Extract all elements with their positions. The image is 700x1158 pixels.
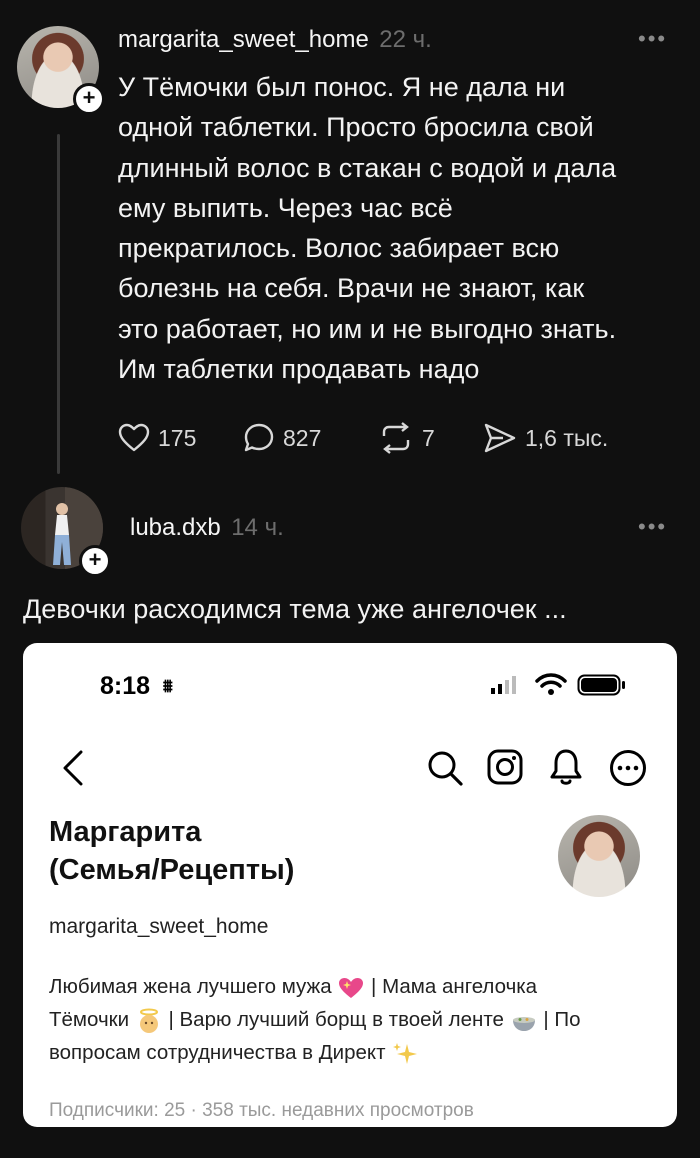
status-app-glyph-icon: ⩩	[163, 676, 173, 696]
follow-plus-icon[interactable]: +	[73, 83, 105, 115]
bio-line-2-b: | Варю лучший борщ в твоей ленте	[168, 1008, 504, 1031]
bell-icon[interactable]	[550, 747, 582, 787]
post1-text-line: длинный волос в стакан с водой и дала	[118, 152, 617, 183]
bio-line-1-text: Любимая жена лучшего мужа	[49, 975, 332, 998]
post2-caption: Девочки расходимся тема уже ангелочек ..…	[23, 594, 567, 624]
comment-button[interactable]: 827	[243, 422, 378, 454]
angel-baby-icon	[139, 1008, 158, 1033]
follow-plus-icon-2[interactable]: +	[79, 545, 111, 577]
post1-text-line: болезнь на себя. Врачи не знают, как	[118, 273, 585, 304]
wifi-icon	[535, 673, 567, 695]
battery-icon	[577, 674, 625, 696]
post1-text-line: ему выпить. Через час всё	[118, 192, 453, 223]
post2-time: 14 ч.	[231, 514, 284, 541]
post1-text-line: Им таблетки продавать надо	[118, 354, 480, 385]
comments-count: 827	[283, 424, 322, 451]
sparkles-icon	[393, 1042, 418, 1064]
post2-username[interactable]: luba.dxb	[130, 514, 221, 541]
repost-icon	[382, 422, 410, 454]
status-time: 8:18	[100, 672, 151, 700]
share-button[interactable]: 1,6 тыс.	[483, 422, 608, 454]
soup-bowl-icon	[512, 1016, 535, 1031]
post2-more-icon[interactable]: •••	[638, 514, 667, 540]
thread-line	[57, 134, 60, 474]
heart-icon	[118, 423, 150, 452]
post1-text-line: У Тёмочки был понос. Я не дала ни	[118, 72, 566, 102]
followers-stats[interactable]: Подписчики: 25 · 358 тыс. недавних просм…	[49, 1100, 474, 1122]
like-button[interactable]: 175	[118, 423, 243, 453]
profile-name-line2: (Семья/Рецепты)	[49, 854, 295, 886]
sparkling-heart-icon	[339, 977, 364, 998]
post2-header: luba.dxb 14 ч.	[130, 514, 284, 542]
post1-username[interactable]: margarita_sweet_home	[118, 26, 369, 53]
reposts-count: 7	[422, 424, 435, 451]
likes-count: 175	[158, 424, 197, 451]
more-circle-icon[interactable]	[609, 749, 647, 787]
profile-bio: Любимая жена лучшего мужа | Мама ангелоч…	[49, 970, 659, 1069]
post1-more-icon[interactable]: •••	[638, 26, 667, 52]
profile-avatar[interactable]	[558, 815, 640, 897]
post1-actions: 175 827 7 1,6 тыс.	[118, 422, 608, 454]
search-icon[interactable]	[426, 749, 464, 787]
attached-screenshot[interactable]: 8:18 ⩩ Маргарита (Семья/Рецепты) margari…	[23, 643, 677, 1127]
bio-line-3-text: вопросам сотрудничества в Директ	[49, 1041, 386, 1064]
bio-line-2-c: | По	[543, 1008, 581, 1031]
signal-icon	[491, 676, 516, 694]
post1-text-line: это работает, но им и не выгодно знать.	[118, 313, 617, 344]
post1-time: 22 ч.	[379, 26, 432, 53]
post1-text-line: прекратилось. Волос забирает всю	[118, 233, 560, 264]
instagram-icon[interactable]	[487, 749, 523, 785]
post1-header: margarita_sweet_home 22 ч.	[118, 26, 432, 54]
post1-text-line: одной таблетки. Просто бросила свой	[118, 112, 594, 143]
profile-name-line1: Маргарита	[49, 816, 202, 848]
profile-handle: margarita_sweet_home	[49, 915, 269, 938]
bio-line-2-a: Тёмочки	[49, 1008, 130, 1031]
send-icon	[484, 423, 516, 453]
profile-name: Маргарита (Семья/Рецепты)	[49, 813, 519, 889]
back-chevron-icon[interactable]	[61, 749, 85, 787]
bio-line-2: Тёмочки | Варю лучший борщ в твоей ленте…	[49, 1003, 659, 1036]
shares-count: 1,6 тыс.	[525, 424, 609, 451]
repost-button[interactable]: 7	[378, 422, 483, 454]
bio-line-1: Любимая жена лучшего мужа | Мама ангелоч…	[49, 970, 659, 1003]
post1-text: У Тёмочки был понос. Я не дала ни одной т…	[118, 67, 678, 389]
comment-icon	[244, 423, 274, 452]
bio-line-1-tail: | Мама ангелочка	[371, 975, 538, 998]
bio-line-3: вопросам сотрудничества в Директ	[49, 1036, 659, 1069]
